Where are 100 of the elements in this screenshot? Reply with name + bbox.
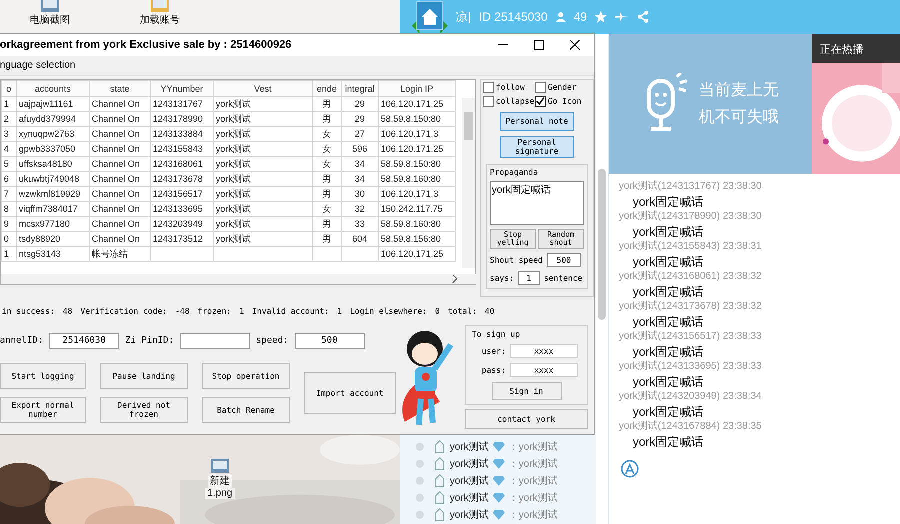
checkbox-label: Gender	[548, 83, 577, 92]
column-header[interactable]: Login IP	[378, 80, 456, 96]
image-file-icon[interactable]	[210, 458, 230, 474]
column-header[interactable]: o	[2, 80, 16, 96]
column-header[interactable]: Vest	[214, 80, 312, 96]
action-button[interactable]: Batch Rename	[202, 397, 290, 423]
import-button[interactable]: Import account	[304, 372, 396, 414]
checkbox-label: collapse	[496, 97, 535, 106]
checkbox[interactable]	[483, 82, 494, 93]
propaganda-field[interactable]: york固定喊话	[490, 181, 584, 225]
font-icon[interactable]	[621, 460, 639, 478]
table-cell: york测试	[214, 186, 312, 202]
chat-sender: york测试(1243131767) 23:38:30	[619, 180, 763, 194]
action-button[interactable]: Export normal number	[0, 397, 86, 423]
diamond-icon	[492, 459, 505, 469]
contact-button[interactable]: contact york	[465, 409, 588, 429]
table-cell: york测试	[214, 126, 312, 142]
field-label: sentence	[544, 274, 583, 282]
username-field[interactable]: xxxx	[510, 344, 578, 358]
viewer-count: 49	[574, 10, 588, 24]
chat-message: york固定喊话	[632, 284, 705, 300]
table-cell: 4	[2, 142, 16, 156]
user-name[interactable]: york测试	[450, 508, 489, 522]
folder-icon[interactable]	[150, 0, 170, 13]
table-cell: Channel On	[90, 216, 150, 232]
table-cell: 106.120.171.25	[378, 96, 456, 112]
scrollbar[interactable]	[1, 274, 476, 284]
user-message: ：york测试	[508, 440, 558, 454]
table-cell: ukuwbtj749048	[16, 172, 90, 186]
table-cell: Channel On	[90, 202, 150, 216]
user-message: ：york测试	[508, 492, 558, 505]
table-cell: york测试	[214, 172, 312, 186]
speed-field[interactable]: 500	[546, 253, 581, 267]
text-field[interactable]: 500	[294, 333, 365, 349]
side-button[interactable]: Personal note	[500, 112, 574, 131]
stat-label: Login elsewhere:	[350, 306, 428, 316]
badge-icon	[434, 457, 446, 471]
user-name[interactable]: york测试	[450, 474, 489, 488]
table-cell: 帐号冻结	[90, 246, 150, 262]
icon-label[interactable]: 电脑截图	[28, 13, 72, 27]
chat-sender: york测试(1243178990) 23:38:30	[619, 210, 763, 224]
column-header[interactable]: state	[90, 80, 150, 96]
status-dot-icon	[416, 460, 424, 468]
maximize-icon[interactable]	[534, 40, 544, 50]
stat-label: total:	[448, 306, 478, 316]
chat-sender: york测试(1243168061) 23:38:32	[619, 270, 763, 284]
table-cell: 34	[342, 172, 378, 186]
action-button[interactable]: Derived not frozen	[100, 397, 188, 423]
stat-label: frozen:	[198, 306, 232, 316]
table-cell: 29	[342, 96, 378, 112]
table-cell: ntsg53143	[16, 246, 90, 262]
column-header[interactable]: integral	[342, 80, 378, 96]
table-cell: 1	[2, 96, 16, 112]
table-cell: 596	[342, 142, 378, 156]
table-cell: 58.59.8.150:80	[378, 156, 456, 172]
table-cell: 106.120.171.3	[378, 186, 456, 202]
text-field[interactable]: 25146030	[49, 333, 120, 349]
action-button[interactable]: Start logging	[0, 363, 86, 389]
table-cell: 1243133884	[150, 126, 214, 142]
action-button[interactable]: Stop operation	[202, 363, 290, 389]
password-field[interactable]: xxxx	[510, 363, 578, 377]
star-icon[interactable]	[595, 11, 608, 23]
sign-in-button[interactable]: Sign in	[492, 382, 562, 400]
table-cell: 女	[312, 202, 342, 216]
scroll-right-icon[interactable]	[452, 275, 458, 283]
checkbox[interactable]	[535, 82, 546, 93]
scrollbar[interactable]	[462, 98, 475, 268]
count-field[interactable]: 1	[518, 271, 540, 285]
icon-label[interactable]: 新建	[208, 474, 232, 488]
table-cell: 1243173512	[150, 232, 214, 246]
scrollbar[interactable]	[598, 169, 606, 320]
icon-label[interactable]: 加载账号	[138, 13, 182, 27]
user-name[interactable]: york测试	[450, 440, 489, 454]
icon-label[interactable]: 1.png	[205, 488, 235, 499]
close-icon[interactable]	[570, 40, 580, 50]
user-name[interactable]: york测试	[450, 491, 489, 505]
table-cell: Channel On	[90, 126, 150, 142]
checkbox[interactable]	[535, 96, 546, 107]
table-cell: 男	[312, 112, 342, 126]
text-field[interactable]	[180, 333, 250, 349]
scroll-thumb[interactable]	[464, 112, 473, 140]
column-header[interactable]: accounts	[16, 80, 90, 96]
field-label: speed:	[256, 336, 289, 346]
menu-item[interactable]: nguage selection	[0, 60, 76, 71]
column-header[interactable]: ende	[312, 80, 342, 96]
table-cell: 106.120.171.25	[378, 142, 456, 156]
user-name[interactable]: york测试	[450, 457, 489, 471]
diamond-icon	[492, 476, 505, 486]
chat-message: york固定喊话	[632, 224, 705, 240]
table-cell: 6	[2, 172, 16, 186]
action-button[interactable]: Pause landing	[100, 363, 188, 389]
column-header[interactable]: YYnumber	[150, 80, 214, 96]
home-icon[interactable]	[412, 0, 448, 34]
share-icon[interactable]	[637, 11, 650, 23]
chat-sender: york测试(1243173678) 23:38:32	[619, 300, 763, 314]
side-button[interactable]: Personal signature	[500, 136, 574, 158]
badge-icon	[434, 474, 446, 488]
checkbox[interactable]	[483, 96, 494, 107]
table-cell: 1243155843	[150, 142, 214, 156]
image-file-icon[interactable]	[40, 0, 60, 13]
